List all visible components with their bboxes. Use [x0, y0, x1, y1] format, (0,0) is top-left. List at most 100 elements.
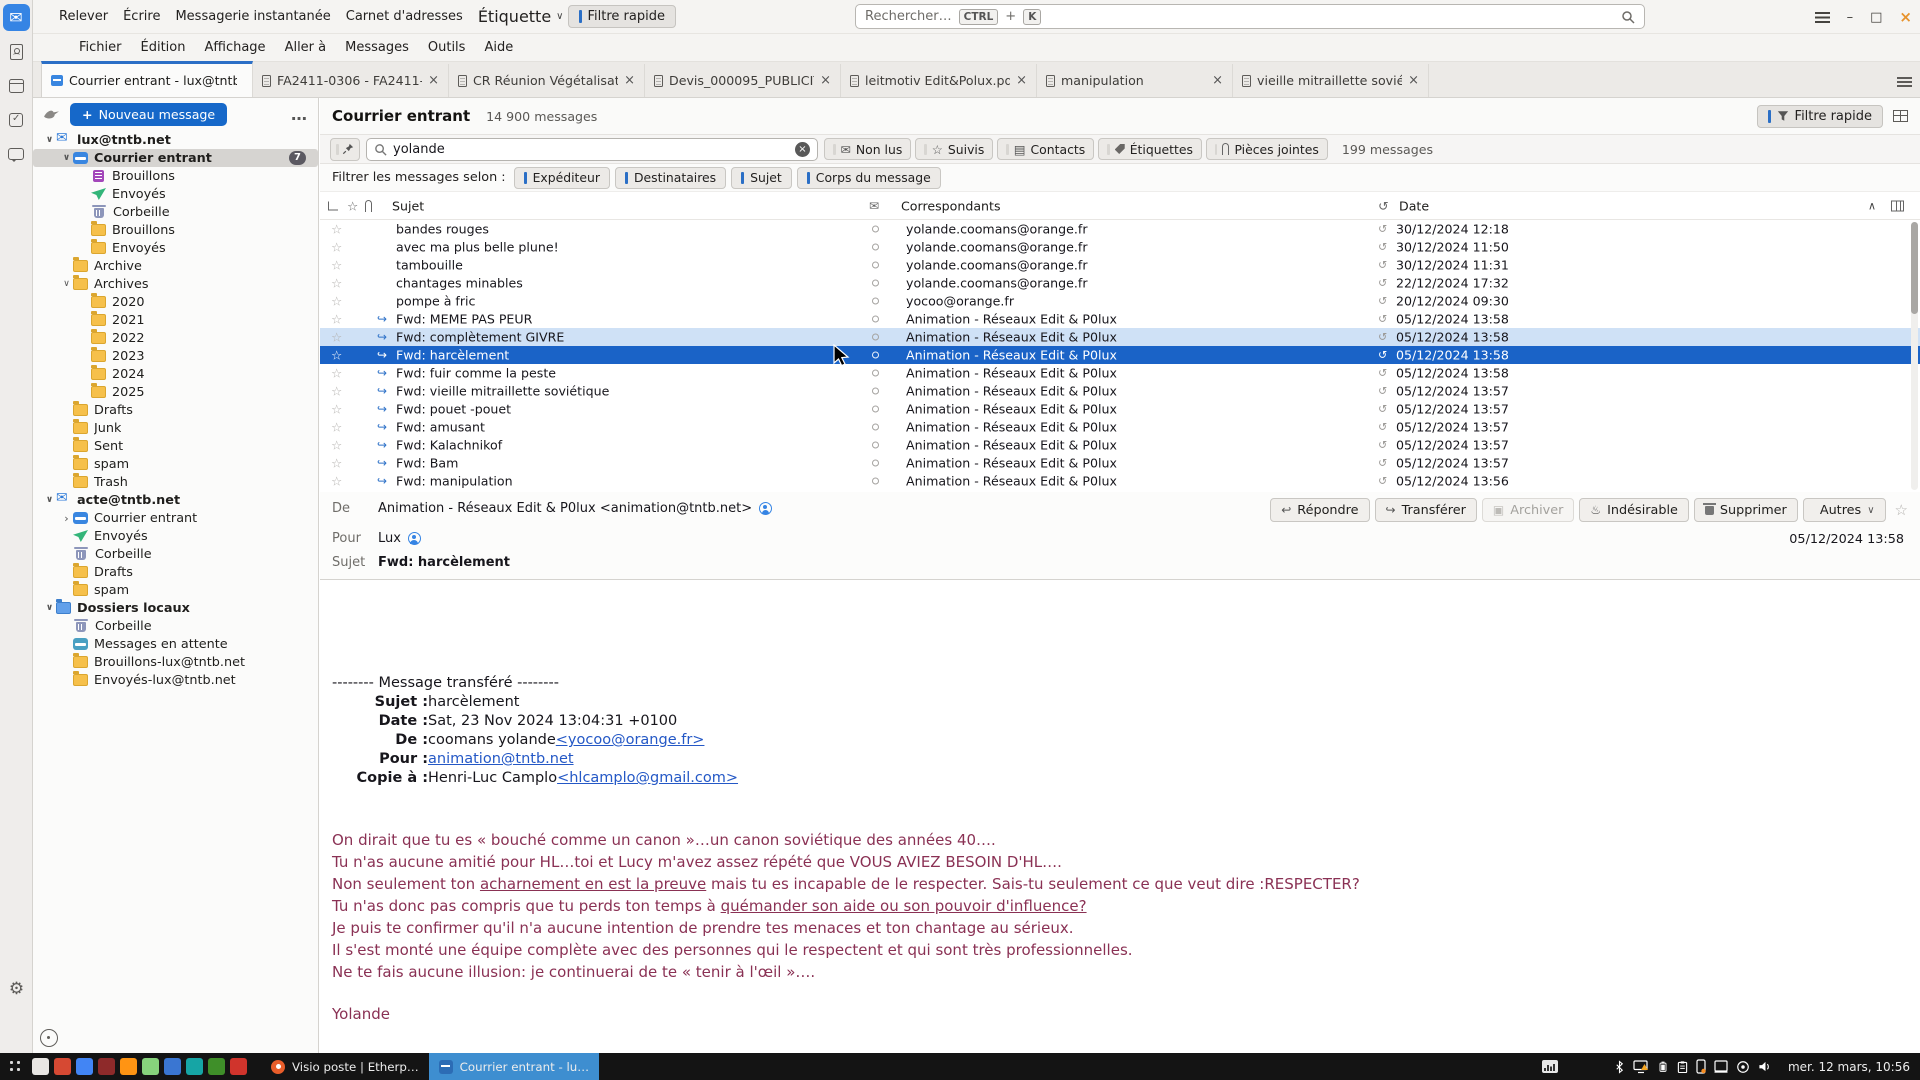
toolbar-button[interactable]: Relever — [59, 9, 108, 24]
tab[interactable]: Courrier entrant - lux@tntb.net × — [41, 61, 253, 97]
read-indicator[interactable] — [872, 406, 879, 413]
quick-filter-button[interactable]: Pièces jointes — [1206, 138, 1328, 160]
folder-item[interactable]: Corbeille — [33, 545, 318, 563]
redirect-column-icon[interactable]: ↺ — [1378, 198, 1389, 213]
read-indicator[interactable] — [872, 244, 879, 251]
twisty-icon[interactable] — [43, 135, 56, 145]
twisty-icon[interactable] — [60, 153, 73, 163]
settings-button[interactable] — [3, 975, 30, 1002]
star-icon[interactable] — [331, 456, 342, 471]
contact-icon[interactable] — [759, 502, 772, 515]
folder-item[interactable]: Dossiers locaux — [33, 599, 318, 617]
launcher-icon[interactable] — [164, 1058, 181, 1075]
correspondents-column-header[interactable]: Correspondants — [901, 198, 1001, 213]
launcher-icon[interactable] — [76, 1058, 93, 1075]
folder-item[interactable]: 2024 — [33, 365, 318, 383]
star-icon[interactable] — [331, 312, 342, 327]
message-row[interactable]: tambouille yolande.coomans@orange.fr 30/… — [320, 256, 1920, 274]
message-row[interactable]: Fwd: Kalachnikof Animation - Réseaux Edi… — [320, 436, 1920, 454]
quick-filter-button[interactable]: Contacts — [997, 138, 1094, 160]
quick-filter-button[interactable]: Suivis — [915, 138, 993, 160]
close-tab-icon[interactable]: × — [820, 73, 831, 88]
message-row[interactable]: Fwd: MEME PAS PEUR Animation - Réseaux E… — [320, 310, 1920, 328]
folder-item[interactable]: 2023 — [33, 347, 318, 365]
star-message-icon[interactable]: ☆ — [1895, 501, 1908, 519]
menu-item[interactable]: Aide — [484, 40, 513, 55]
from-value[interactable]: Animation - Réseaux Edit & P0lux <animat… — [378, 501, 752, 516]
star-icon[interactable] — [331, 366, 342, 381]
status-radio-icon[interactable] — [40, 1029, 58, 1047]
menu-item[interactable]: Édition — [141, 40, 186, 55]
tab[interactable]: leitmotiv Edit&Polux.pdf × — [841, 64, 1037, 97]
show-applications-icon[interactable] — [8, 1059, 24, 1075]
close-tab-icon[interactable]: × — [1016, 73, 1027, 88]
menu-item[interactable]: Aller à — [285, 40, 327, 55]
launcher-icon[interactable] — [208, 1058, 225, 1075]
quick-filter-button[interactable]: Non lus — [824, 138, 911, 160]
tasks-space-icon[interactable] — [3, 106, 30, 133]
tab[interactable]: CR Réunion Végétalisation 06.0 × — [449, 64, 645, 97]
launcher-icon[interactable] — [120, 1058, 137, 1075]
tag-dropdown[interactable]: Étiquette — [478, 7, 564, 26]
twisty-icon[interactable] — [60, 512, 73, 525]
close-icon[interactable]: × — [1899, 10, 1912, 25]
column-picker-icon[interactable] — [1891, 200, 1904, 211]
close-tab-icon[interactable]: × — [428, 73, 439, 88]
sticky-pin-button[interactable] — [330, 138, 360, 161]
star-column-icon[interactable]: ☆ — [347, 198, 358, 213]
message-action-button[interactable]: Autres — [1803, 498, 1886, 522]
contact-icon[interactable] — [408, 532, 421, 545]
tab[interactable]: vieille mitraillette soviétique × — [1233, 64, 1429, 97]
new-message-button[interactable]: Nouveau message — [70, 103, 227, 126]
email-link[interactable]: animation@tntb.net — [428, 750, 574, 769]
star-icon[interactable] — [331, 240, 342, 255]
star-icon[interactable] — [331, 330, 342, 345]
tab[interactable]: manipulation × — [1037, 64, 1233, 97]
menu-item[interactable]: Messages — [345, 40, 409, 55]
folder-item[interactable]: Envoyés — [33, 527, 318, 545]
clock[interactable]: mer. 12 mars, 10:56 — [1788, 1060, 1910, 1074]
display-warning-icon[interactable] — [1633, 1060, 1649, 1074]
folder-item[interactable]: Junk — [33, 419, 318, 437]
attachment-column-icon[interactable] — [365, 200, 372, 212]
message-row[interactable]: Fwd: vieille mitraillette soviétique Ani… — [320, 382, 1920, 400]
bluetooth-icon[interactable] — [1614, 1060, 1625, 1074]
folder-item[interactable]: Drafts — [33, 401, 318, 419]
folder-item[interactable]: Brouillons — [33, 167, 318, 185]
folder-item[interactable]: Messages en attente — [33, 635, 318, 653]
menu-item[interactable]: Affichage — [204, 40, 265, 55]
filter-target-button[interactable]: Corps du message — [797, 167, 941, 189]
message-action-button[interactable]: Indésirable — [1579, 498, 1689, 522]
filter-target-button[interactable]: Sujet — [731, 167, 792, 189]
folder-item[interactable]: Sent — [33, 437, 318, 455]
star-icon[interactable] — [331, 222, 342, 237]
menu-item[interactable]: Outils — [428, 40, 466, 55]
message-action-button[interactable]: Archiver — [1482, 498, 1575, 522]
folder-item[interactable]: Envoyés — [33, 185, 318, 203]
folder-item[interactable]: Brouillons — [33, 221, 318, 239]
star-icon[interactable] — [331, 474, 342, 489]
message-row[interactable]: bandes rouges yolande.coomans@orange.fr … — [320, 220, 1920, 238]
quick-filter-button[interactable]: Étiquettes — [1098, 138, 1202, 160]
read-indicator[interactable] — [872, 226, 879, 233]
launcher-icon[interactable] — [186, 1058, 203, 1075]
calendar-space-icon[interactable] — [3, 72, 30, 99]
message-row[interactable]: Fwd: Bam Animation - Réseaux Edit & P0lu… — [320, 454, 1920, 472]
thread-column-icon[interactable] — [328, 201, 338, 210]
folder-item[interactable]: Drafts — [33, 563, 318, 581]
folder-item[interactable]: lux@tntb.net — [33, 131, 318, 149]
star-icon[interactable] — [331, 294, 342, 309]
email-link[interactable]: <hlcamplo@gmail.com> — [557, 769, 738, 788]
launcher-icon[interactable] — [98, 1058, 115, 1075]
twisty-icon[interactable] — [43, 603, 56, 613]
read-indicator[interactable] — [872, 316, 879, 323]
message-row[interactable]: Fwd: manipulation Animation - Réseaux Ed… — [320, 472, 1920, 490]
read-indicator[interactable] — [872, 478, 879, 485]
minimize-icon[interactable]: – — [1847, 11, 1854, 24]
address-book-space-icon[interactable] — [3, 38, 30, 65]
message-row[interactable]: Fwd: amusant Animation - Réseaux Edit & … — [320, 418, 1920, 436]
folder-item[interactable]: 2025 — [33, 383, 318, 401]
message-row[interactable]: pompe à fric yocoo@orange.fr 20/12/2024 … — [320, 292, 1920, 310]
global-search-bar[interactable]: Rechercher… CTRL + K — [855, 4, 1645, 29]
message-action-button[interactable]: Transférer — [1375, 498, 1477, 522]
